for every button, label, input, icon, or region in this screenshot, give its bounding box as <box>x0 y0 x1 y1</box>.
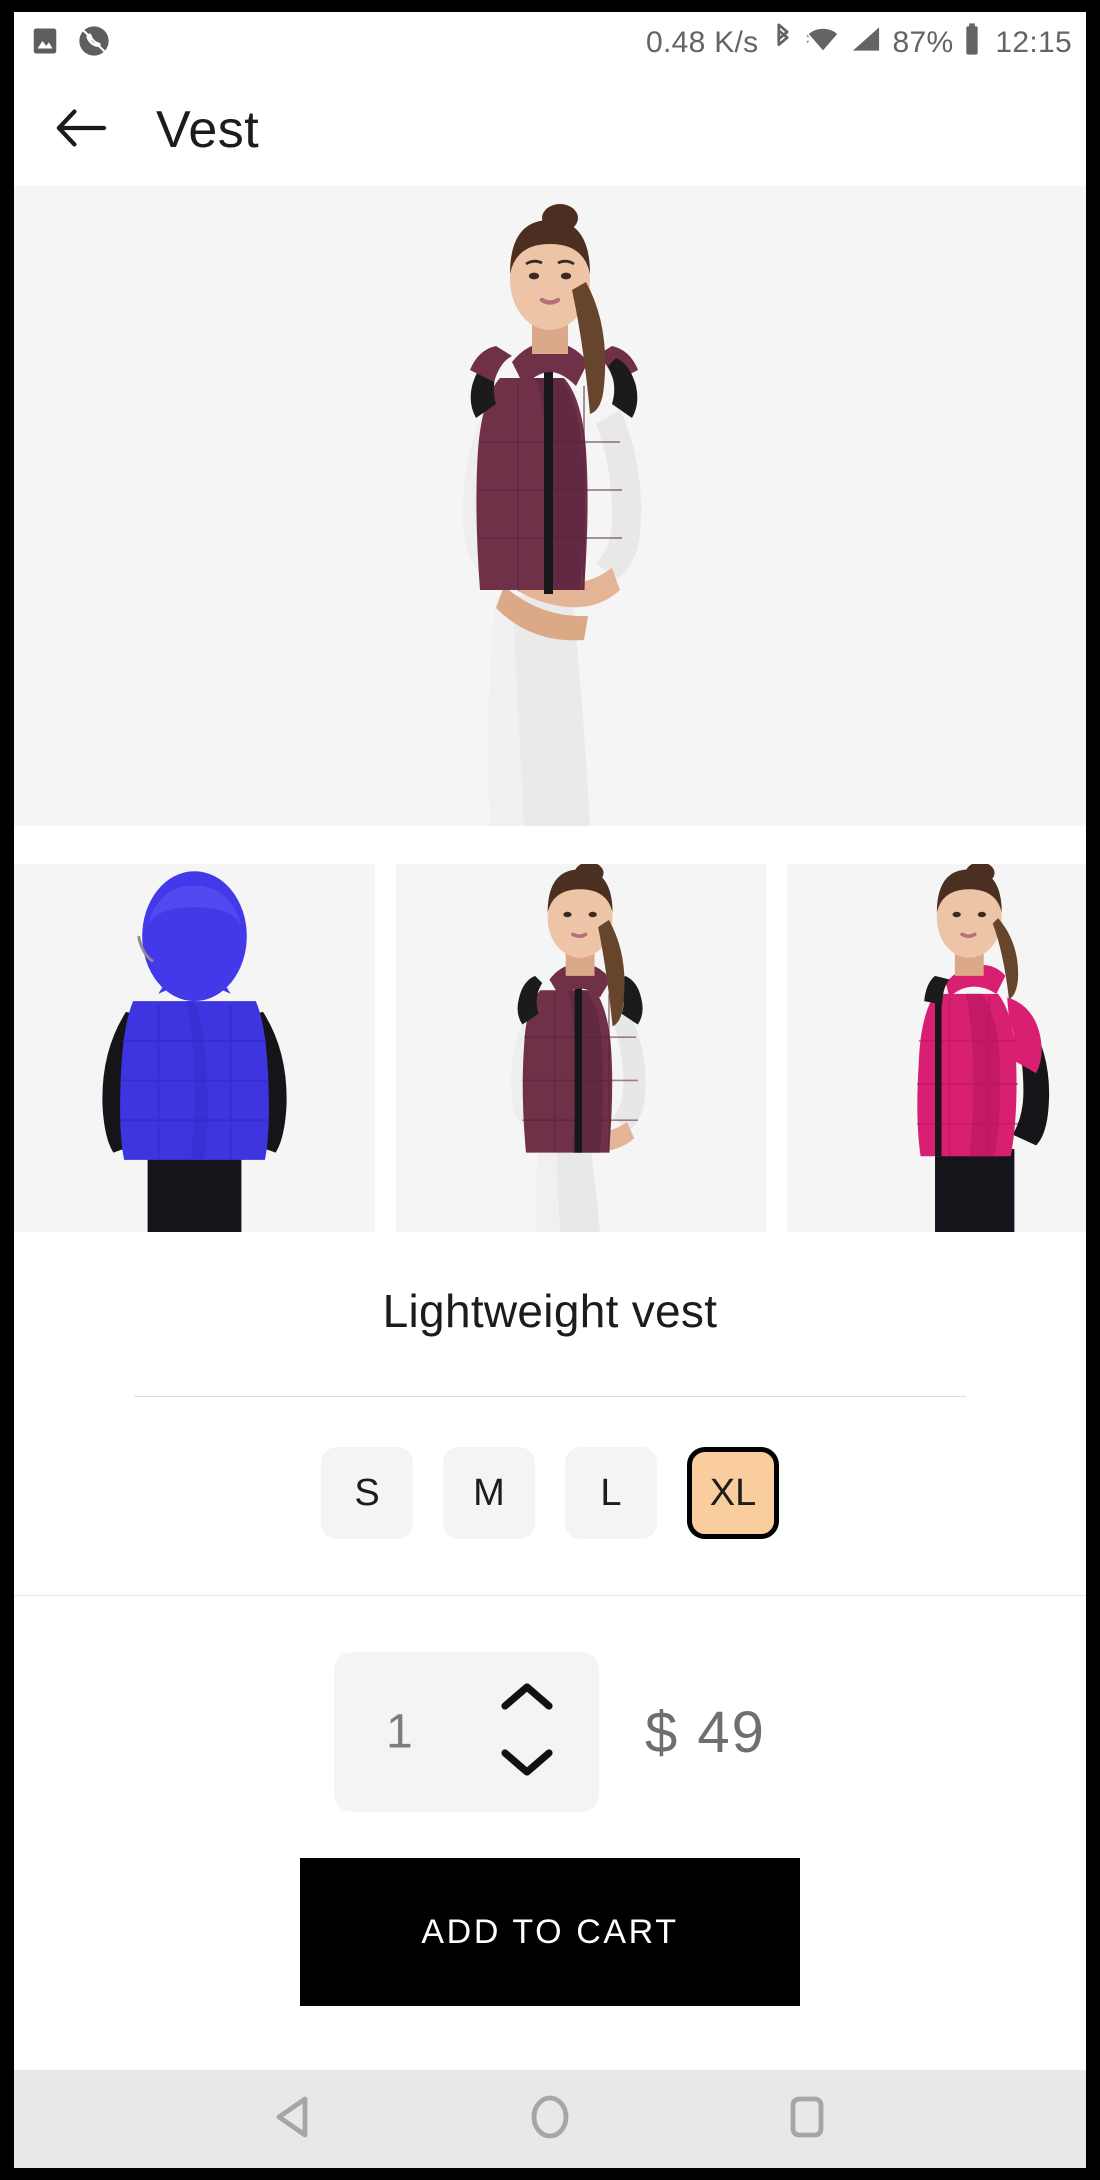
status-bar-right: 0.48 K/s 87% 12:15 <box>646 22 1072 64</box>
size-label: M <box>473 1471 505 1514</box>
thumbnail-maroon-vest-illustration <box>511 864 646 1232</box>
bluetooth-icon <box>770 22 796 64</box>
quantity-arrows <box>501 1681 553 1783</box>
thumbnail-blue-vest-illustration <box>102 871 287 1232</box>
image-icon <box>30 26 60 61</box>
thumbnail-gallery[interactable] <box>14 864 1086 1232</box>
status-bar-left-icons <box>30 25 110 62</box>
thumbnail-item[interactable] <box>396 864 766 1232</box>
nav-back-button[interactable] <box>255 2081 331 2157</box>
back-button[interactable] <box>48 97 114 163</box>
quantity-stepper[interactable]: 1 <box>334 1652 600 1812</box>
size-option-s[interactable]: S <box>321 1447 413 1539</box>
size-label: XL <box>709 1471 757 1514</box>
size-option-xl[interactable]: XL <box>687 1447 779 1539</box>
clock-text: 12:15 <box>995 26 1072 59</box>
phone-screen: 0.48 K/s 87% 12:15 Vest Lightweight vest… <box>14 12 1086 2168</box>
thumbnail-item[interactable] <box>14 864 375 1232</box>
size-label: L <box>600 1471 622 1514</box>
arrow-left-icon <box>53 105 109 156</box>
wifi-icon <box>806 24 840 62</box>
thumbnail-pink-vest-illustration <box>916 864 1050 1232</box>
product-hero-image[interactable] <box>14 186 1086 826</box>
thumbnail-item[interactable] <box>787 864 1086 1232</box>
size-selector[interactable]: S M L XL <box>14 1397 1086 1595</box>
size-option-m[interactable]: M <box>443 1447 535 1539</box>
square-recents-icon <box>789 2095 825 2144</box>
hero-model-illustration <box>462 204 642 826</box>
product-title: Lightweight vest <box>382 1285 718 1337</box>
network-speed-text: 0.48 K/s <box>646 26 759 59</box>
chevron-down-icon[interactable] <box>501 1748 553 1783</box>
battery-percent-text: 87% <box>892 26 954 59</box>
add-to-cart-container: ADD TO CART <box>14 1858 1086 2006</box>
app-bar: Vest <box>14 74 1086 186</box>
signal-icon <box>850 24 882 62</box>
circle-home-icon <box>529 2094 571 2145</box>
product-info: Lightweight vest S M L XL <box>14 1232 1086 1595</box>
size-option-l[interactable]: L <box>565 1447 657 1539</box>
status-bar: 0.48 K/s 87% 12:15 <box>14 12 1086 74</box>
quantity-price-row: 1 $ 49 <box>14 1596 1086 1858</box>
chevron-up-icon[interactable] <box>501 1681 553 1716</box>
battery-icon <box>963 22 981 64</box>
quantity-value: 1 <box>386 1705 413 1759</box>
missed-call-icon <box>78 25 110 62</box>
nav-home-button[interactable] <box>512 2081 588 2157</box>
size-label: S <box>354 1471 380 1514</box>
product-price: $ 49 <box>645 1699 766 1765</box>
triangle-back-icon <box>273 2095 313 2144</box>
add-to-cart-button[interactable]: ADD TO CART <box>300 1858 800 2006</box>
android-nav-bar <box>14 2070 1086 2168</box>
page-title: Vest <box>156 101 260 159</box>
nav-recents-button[interactable] <box>769 2081 845 2157</box>
